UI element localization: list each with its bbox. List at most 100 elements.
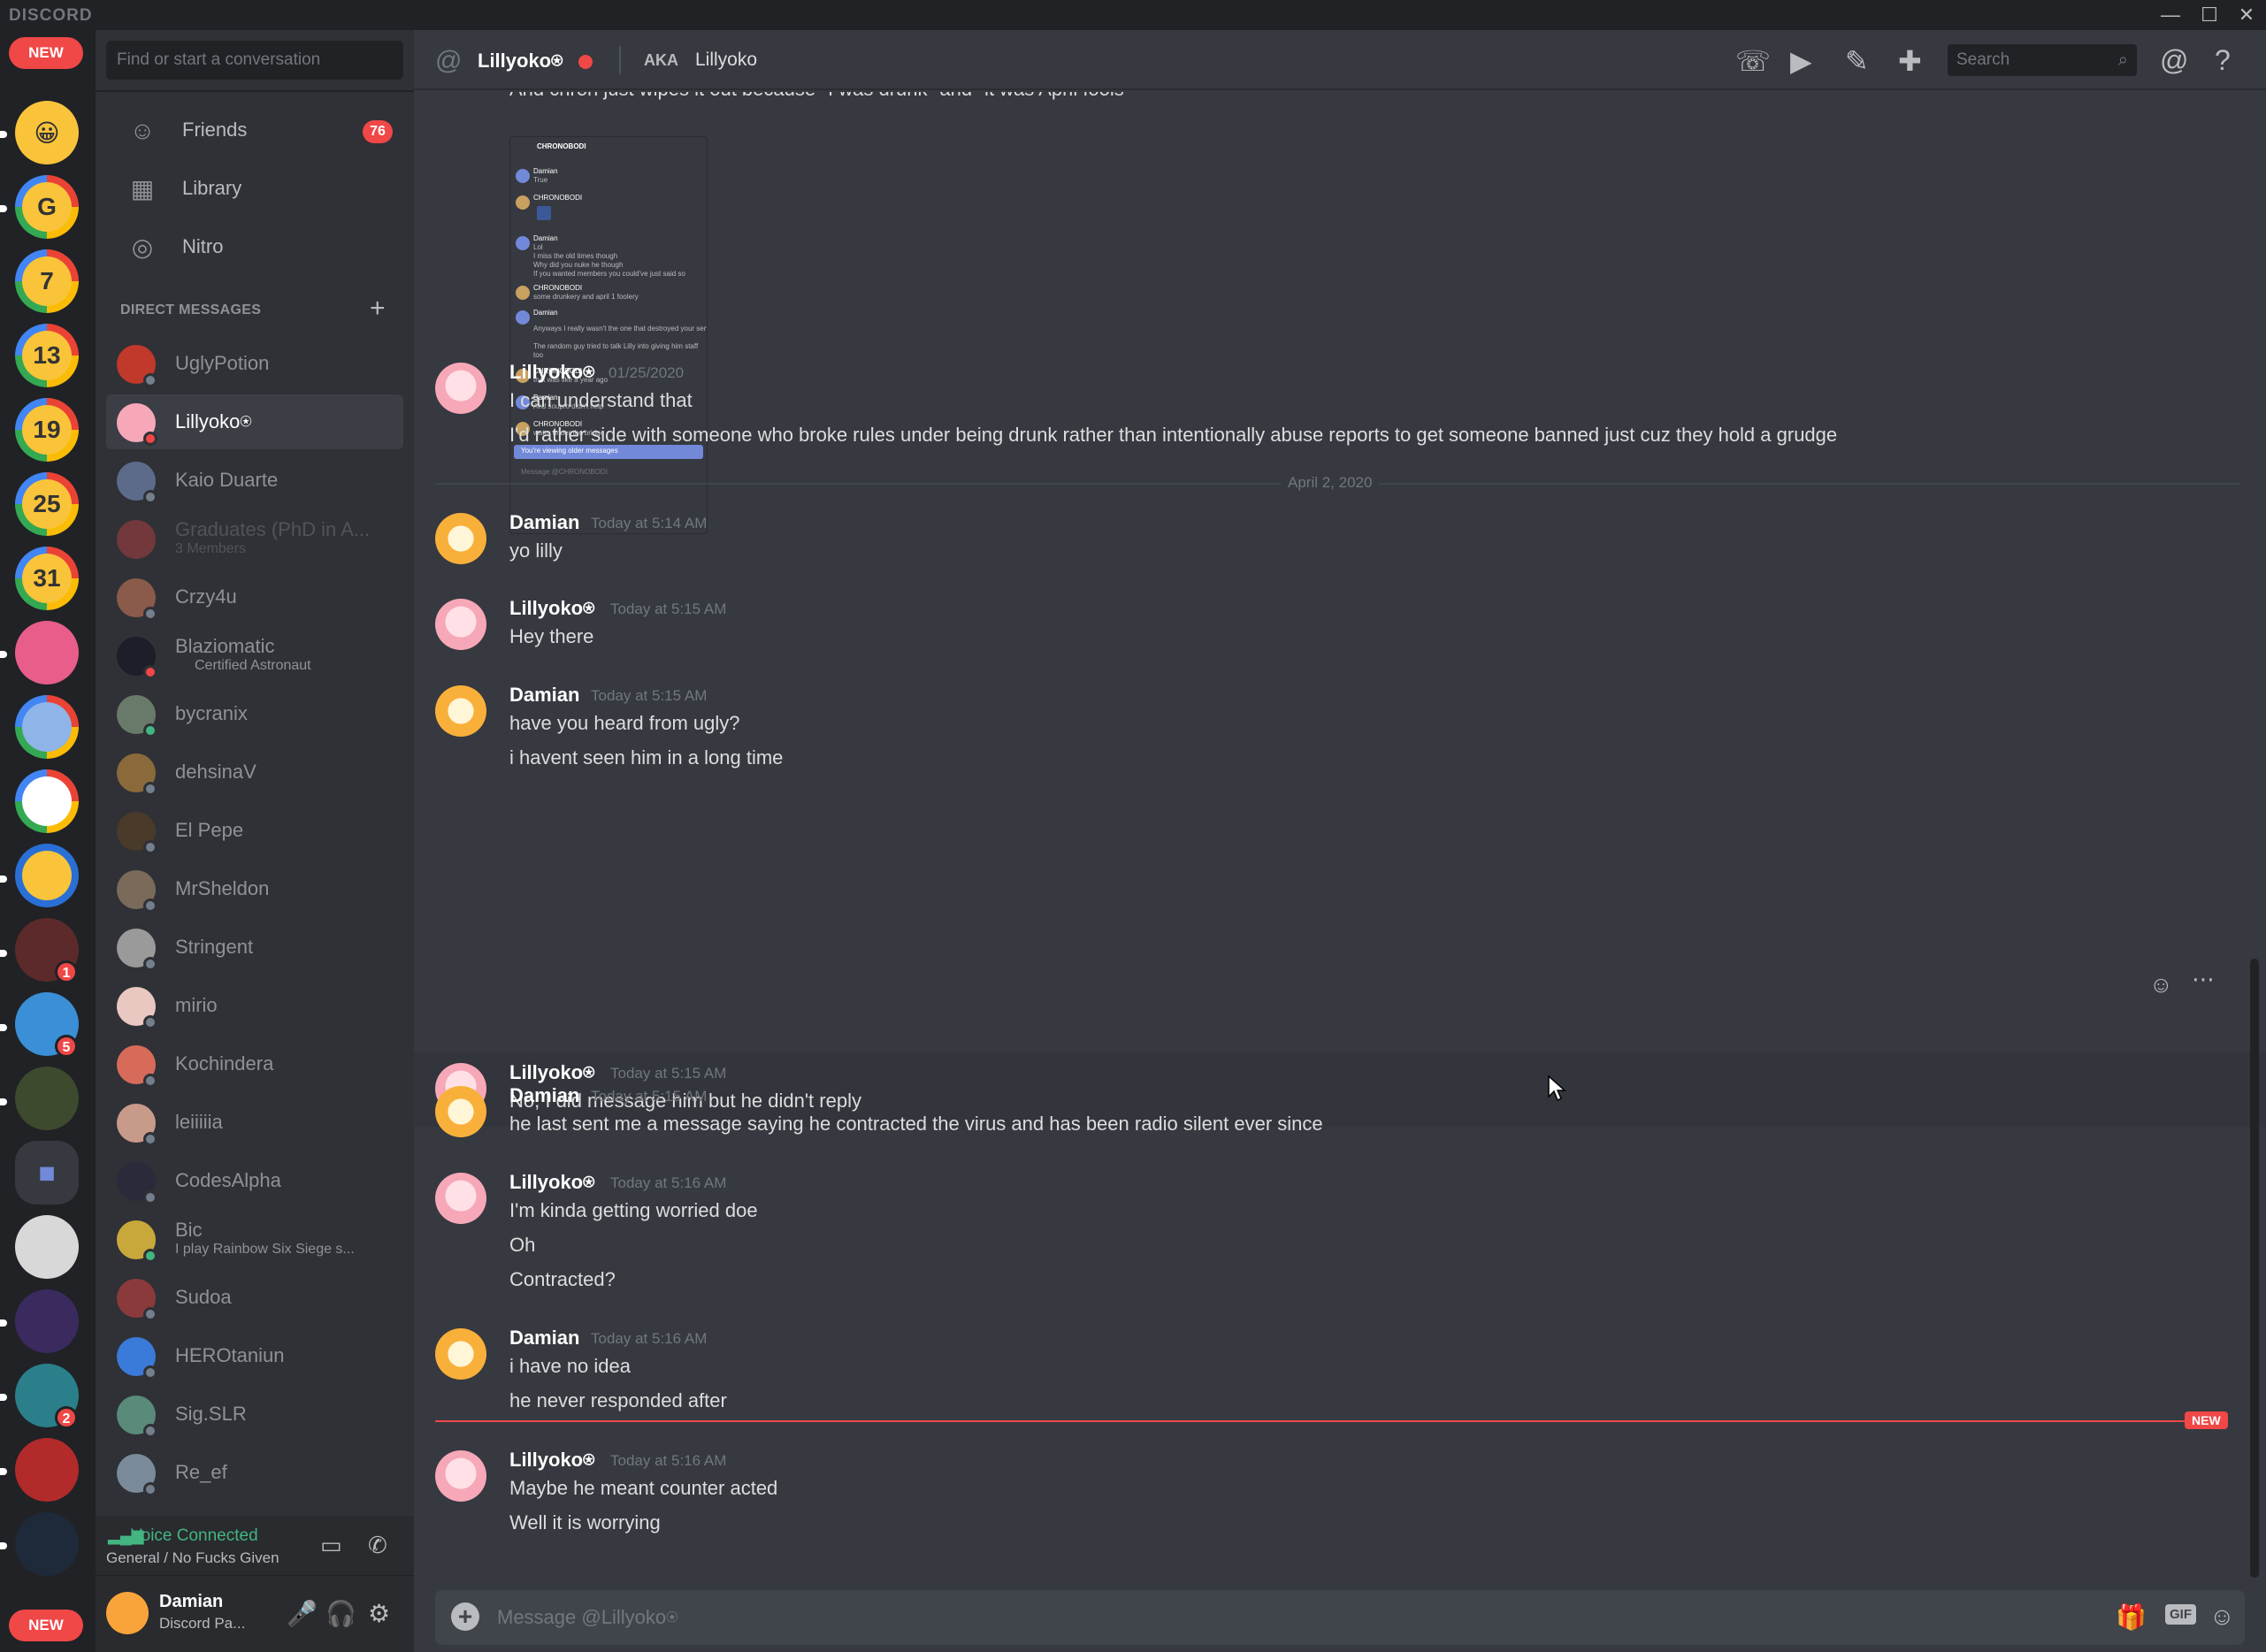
status-icon — [143, 957, 157, 971]
chat-title: Lillyoko⍟ — [478, 50, 563, 72]
new-messages-divider — [435, 1420, 2216, 1422]
embed-text: Why did you nuke he though — [533, 261, 624, 269]
avatar[interactable] — [435, 513, 486, 564]
message-group: Lillyoko⍟ Today at 5:16 AM Maybe he mean… — [414, 1442, 2266, 1533]
more-options-icon[interactable]: ⋯ — [2192, 966, 2215, 993]
dm-item[interactable]: El Pepe — [106, 803, 403, 858]
status-icon — [143, 1365, 157, 1380]
dm-item[interactable]: Bic I play Rainbow Six Siege s... — [106, 1212, 403, 1266]
dm-item[interactable]: UglyPotion — [106, 336, 403, 391]
dm-name: Stringent — [175, 936, 254, 958]
minimize-button[interactable]: — — [2153, 2, 2188, 28]
add-reaction-icon[interactable]: ☺ — [2149, 971, 2173, 998]
message-author[interactable]: Lillyoko⍟ — [509, 1449, 594, 1472]
scrollbar[interactable] — [2250, 959, 2259, 1578]
emoji-icon[interactable]: ☺ — [2209, 1602, 2235, 1631]
voice-status[interactable]: Voice Connected — [131, 1526, 258, 1546]
dm-item[interactable]: Sig.SLR — [106, 1387, 403, 1442]
message-author[interactable]: Lillyoko⍟ — [509, 597, 594, 620]
help-icon[interactable]: ? — [2215, 44, 2231, 77]
dm-item[interactable]: Crzy4u — [106, 570, 403, 624]
message-author[interactable]: Damian — [509, 684, 579, 707]
server-folder[interactable]: ■ — [15, 1141, 79, 1205]
dm-item[interactable]: leiiiiia — [106, 1095, 403, 1150]
dm-item[interactable]: Blaziomatic Certified Astronaut — [106, 628, 403, 683]
add-friend-icon[interactable]: ✚ — [1898, 44, 1922, 78]
image-attachment[interactable]: CHRONOBODI Damian True CHRONOBODI Damian… — [509, 136, 708, 534]
video-call-icon[interactable]: ▶ — [1790, 44, 1812, 78]
server-icon[interactable] — [15, 1215, 79, 1279]
voice-call-icon[interactable]: ☏ — [1735, 44, 1771, 78]
dm-item[interactable]: bycranix — [106, 686, 403, 741]
dm-item[interactable]: mirio — [106, 978, 403, 1033]
server-icon[interactable] — [15, 844, 79, 907]
avatar[interactable] — [435, 1328, 486, 1380]
mentions-icon[interactable]: @ — [2160, 44, 2188, 77]
server-icon[interactable]: 😀 — [15, 101, 79, 164]
avatar[interactable] — [106, 1592, 149, 1634]
server-icon[interactable]: 13 — [15, 324, 79, 387]
dm-item[interactable]: Graduates (PhD in A... 3 Members — [106, 511, 403, 566]
server-icon[interactable] — [15, 695, 79, 759]
server-icon[interactable]: 25 — [15, 472, 79, 536]
dm-item[interactable]: MrSheldon — [106, 861, 403, 916]
avatar[interactable] — [435, 363, 486, 414]
server-icon[interactable]: 7 — [15, 249, 79, 313]
server-icon[interactable]: 31 — [15, 547, 79, 610]
message-author[interactable]: Damian — [509, 1327, 579, 1350]
maximize-button[interactable]: ☐ — [2192, 2, 2227, 28]
pin-icon[interactable]: ✎ — [1845, 44, 1869, 78]
nav-nitro[interactable]: ◎ Nitro — [106, 221, 403, 274]
gift-icon[interactable]: 🎁 — [2116, 1602, 2147, 1632]
status-icon — [143, 665, 157, 679]
avatar[interactable] — [435, 685, 486, 737]
nav-library[interactable]: ▦ Library — [106, 163, 403, 216]
headphones-icon[interactable]: 🎧 — [325, 1599, 356, 1628]
dm-sidebar: Find or start a conversation ☺ Friends 7… — [96, 30, 414, 1652]
nav-friends[interactable]: ☺ Friends 76 — [106, 104, 403, 157]
mic-icon[interactable]: 🎤 — [287, 1599, 318, 1628]
server-icon[interactable] — [15, 621, 79, 685]
new-badge[interactable]: NEW — [9, 37, 83, 69]
embed-text: If you wanted members you could've just … — [533, 270, 685, 278]
disconnect-icon[interactable]: ✆ — [368, 1532, 387, 1559]
find-conversation-button[interactable]: Find or start a conversation — [106, 41, 403, 80]
screen-share-icon[interactable]: ▭ — [320, 1532, 342, 1559]
message-author[interactable]: Damian — [509, 511, 579, 534]
create-dm-icon[interactable]: + — [370, 294, 386, 324]
message-input[interactable] — [497, 1597, 2001, 1638]
new-badge[interactable]: NEW — [9, 1610, 83, 1641]
server-icon[interactable]: 19 — [15, 398, 79, 462]
avatar[interactable] — [435, 1450, 486, 1502]
dm-item[interactable]: Kochindera — [106, 1036, 403, 1091]
dm-item[interactable]: Kaio Duarte — [106, 453, 403, 508]
dm-item[interactable]: dehsinaV — [106, 745, 403, 799]
dm-item[interactable]: Sudoa — [106, 1270, 403, 1325]
avatar[interactable] — [435, 1086, 486, 1137]
avatar[interactable] — [435, 1173, 486, 1224]
dm-item-active[interactable]: Lillyoko⍟ — [106, 394, 403, 449]
server-icon[interactable] — [15, 1067, 79, 1130]
message-author[interactable]: Damian — [509, 1084, 579, 1107]
server-icon[interactable] — [15, 769, 79, 833]
close-button[interactable]: ✕ — [2229, 2, 2264, 28]
settings-icon[interactable]: ⚙ — [368, 1599, 390, 1628]
upload-plus-icon[interactable]: + — [451, 1602, 479, 1631]
message-author[interactable]: Lillyoko⍟ — [509, 1171, 594, 1194]
search-placeholder: Search — [1956, 50, 2010, 69]
message-author[interactable]: Lillyoko⍟ — [509, 361, 594, 384]
message-timestamp: Today at 5:15 AM — [591, 687, 708, 704]
dm-item[interactable]: CodesAlpha — [106, 1153, 403, 1208]
dm-item[interactable]: Stringent — [106, 920, 403, 975]
search-input[interactable]: Search ⌕ — [1948, 44, 2137, 76]
dm-item[interactable]: HEROtaniun — [106, 1328, 403, 1383]
server-icon[interactable] — [15, 1512, 79, 1576]
dm-item[interactable]: Re_ef — [106, 1445, 403, 1500]
avatar[interactable] — [435, 599, 486, 650]
dm-sub: I play Rainbow Six Siege s... — [175, 1242, 355, 1257]
server-icon[interactable] — [15, 1289, 79, 1353]
server-icon[interactable] — [15, 1438, 79, 1502]
server-icon[interactable]: G — [15, 175, 79, 239]
gif-icon[interactable]: GIF — [2165, 1604, 2196, 1625]
voice-channel[interactable]: General / No Fucks Given — [106, 1549, 279, 1567]
